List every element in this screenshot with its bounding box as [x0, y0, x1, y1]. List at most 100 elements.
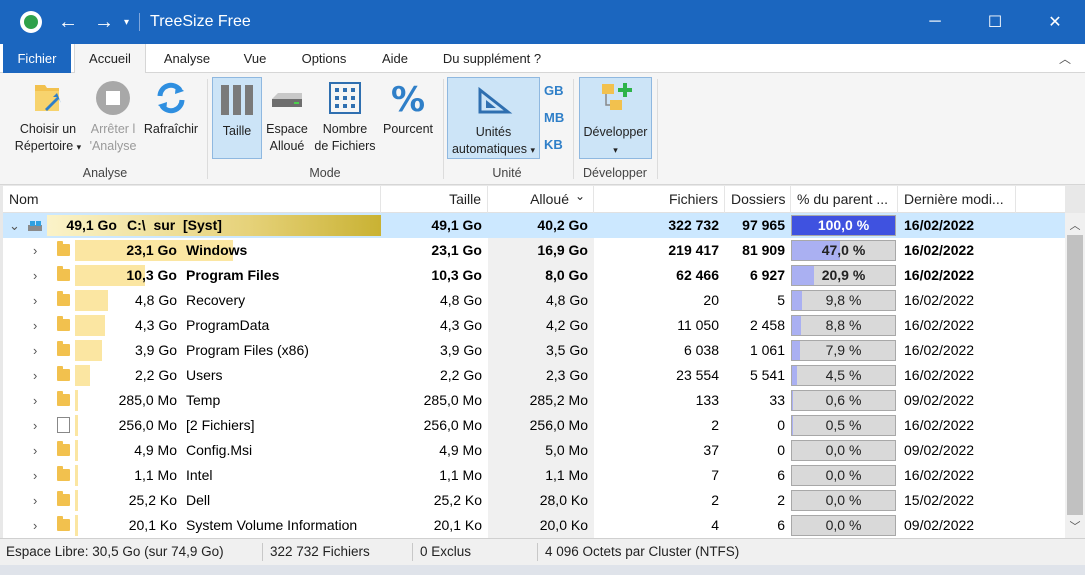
status-separator	[537, 543, 538, 561]
quick-access-dropdown-icon[interactable]: ▾	[124, 17, 129, 28]
expand-chevron-icon[interactable]: ›	[33, 488, 37, 513]
unit-kb-button[interactable]: KB	[544, 137, 563, 152]
refresh-button[interactable]: Rafraîchir	[140, 79, 202, 138]
tree-row[interactable]: › 20,1 Ko System Volume Information 20,1 Ko…	[3, 513, 1065, 538]
scroll-thumb[interactable]	[1067, 235, 1083, 515]
row-size: 25,2 Ko	[433, 492, 482, 508]
choose-directory-button[interactable]: Choisir un Répertoire ▾	[8, 79, 88, 156]
vertical-scrollbar[interactable]: ︿ ﹀	[1065, 213, 1085, 538]
row-files: 62 466	[676, 267, 719, 283]
percent-label: 0,0 %	[825, 442, 862, 458]
expand-chevron-icon[interactable]: ›	[33, 388, 37, 413]
percent-bar: 7,9 %	[791, 340, 896, 361]
tab-analyse[interactable]: Analyse	[153, 44, 221, 73]
column-allocated[interactable]: Alloué ⌄	[488, 186, 594, 213]
tree-row[interactable]: › 25,2 Ko Dell 25,2 Ko 28,0 Ko 2 2 0,0 % 15/02/2…	[3, 488, 1065, 513]
tree-row[interactable]: › 256,0 Mo [2 Fichiers] 256,0 Mo 256,0 Mo 2 0 0…	[3, 413, 1065, 438]
row-files: 6 038	[683, 342, 719, 358]
forward-arrow-icon[interactable]: →	[94, 12, 114, 32]
column-files[interactable]: Fichiers	[594, 186, 725, 213]
tree-row[interactable]: › 23,1 Go Windows 23,1 Go 16,9 Go 219 417 81 9…	[3, 238, 1065, 263]
expand-chevron-icon[interactable]: ›	[33, 338, 37, 363]
mode-file-count-button[interactable]: Nombre de Fichiers	[314, 79, 376, 155]
percent-bar: 0,0 %	[791, 490, 896, 511]
row-modified-date: 09/02/2022	[904, 442, 975, 458]
ribbon-separator	[657, 79, 658, 179]
mode-size-button[interactable]: Taille	[212, 77, 262, 159]
column-name[interactable]: Nom	[3, 186, 381, 213]
percent-label: 0,0 %	[825, 467, 862, 483]
expand-chevron-icon[interactable]: ›	[33, 438, 37, 463]
tab-du-supplement[interactable]: Du supplément ?	[432, 44, 552, 73]
unit-gb-button[interactable]: GB	[544, 83, 564, 98]
hard-drive-icon	[272, 93, 302, 107]
expand-chevron-icon[interactable]: ›	[33, 363, 37, 388]
maximize-button[interactable]: ☐	[965, 0, 1025, 44]
expand-chevron-icon[interactable]: ›	[33, 238, 37, 263]
column-folders[interactable]: Dossiers	[725, 186, 791, 213]
expand-chevron-icon[interactable]: ›	[33, 313, 37, 338]
column-percent-parent[interactable]: % du parent ...	[791, 186, 898, 213]
stop-analysis-button[interactable]: Arrêter l 'Analyse	[86, 79, 140, 155]
tab-aide[interactable]: Aide	[370, 44, 420, 73]
status-bar: Espace Libre: 30,5 Go (sur 74,9 Go) 322 …	[0, 538, 1085, 565]
tree-row[interactable]: › 4,9 Mo Config.Msi 4,9 Mo 5,0 Mo 37 0 0,0 % 09/…	[3, 438, 1065, 463]
expand-button[interactable]: Développer ▾	[579, 77, 652, 159]
status-file-count: 322 732 Fichiers	[270, 544, 370, 559]
tab-options[interactable]: Options	[292, 44, 356, 73]
auto-units-button[interactable]: Unités automatiques ▾	[447, 77, 540, 159]
tree-row[interactable]: › 2,2 Go Users 2,2 Go 2,3 Go 23 554 5 541 4,5 %…	[3, 363, 1065, 388]
tree-row-root[interactable]: ⌄ 49,1 Go C:\ sur [Syst] 49,1 Go 40,2 Go 322 …	[3, 213, 1065, 238]
tab-fichier[interactable]: Fichier	[3, 44, 71, 73]
ribbon: Choisir un Répertoire ▾ Arrêter l 'Analy…	[0, 73, 1085, 185]
expand-chevron-icon[interactable]: ›	[33, 263, 37, 288]
tree-row[interactable]: › 4,3 Go ProgramData 4,3 Go 4,2 Go 11 050 2 45…	[3, 313, 1065, 338]
file-grid-icon	[329, 82, 361, 114]
mode-allocated-button[interactable]: Espace Alloué	[262, 79, 312, 155]
mode-percent-button[interactable]: % Pourcent	[378, 79, 438, 138]
row-size: 256,0 Mo	[423, 417, 482, 433]
scroll-down-icon[interactable]: ﹀	[1065, 518, 1085, 534]
row-size: 10,3 Go	[431, 267, 482, 283]
collapse-chevron-icon[interactable]: ⌄	[9, 213, 20, 238]
row-allocated: 16,9 Go	[537, 242, 588, 258]
tab-accueil[interactable]: Accueil	[74, 44, 146, 74]
row-size-indicator: 4,9 Mo	[134, 442, 177, 458]
minimize-button[interactable]: ─	[905, 0, 965, 44]
row-allocated: 28,0 Ko	[539, 492, 588, 508]
expand-chevron-icon[interactable]: ›	[33, 288, 37, 313]
percent-bar: 47,0 %	[791, 240, 896, 261]
row-allocated: 285,2 Mo	[529, 392, 588, 408]
expand-chevron-icon[interactable]: ›	[33, 513, 37, 538]
tree-row[interactable]: › 4,8 Go Recovery 4,8 Go 4,8 Go 20 5 9,8 % 16/02…	[3, 288, 1065, 313]
tree-row[interactable]: › 285,0 Mo Temp 285,0 Mo 285,2 Mo 133 33 0,6 % 0…	[3, 388, 1065, 413]
row-allocated: 20,0 Ko	[539, 517, 588, 533]
ribbon-collapse-icon[interactable]: ︿	[1059, 50, 1071, 67]
column-last-modified[interactable]: Dernière modi...	[898, 186, 1016, 213]
scroll-up-icon[interactable]: ︿	[1065, 217, 1085, 233]
tree-row[interactable]: › 10,3 Go Program Files 10,3 Go 8,0 Go 62 466…	[3, 263, 1065, 288]
chevron-down-icon: ▾	[530, 145, 536, 155]
unit-mb-button[interactable]: MB	[544, 110, 564, 125]
back-arrow-icon[interactable]: ←	[58, 12, 78, 32]
percent-bar: 0,0 %	[791, 440, 896, 461]
taskbar-strip	[0, 565, 1085, 575]
expand-chevron-icon[interactable]: ›	[33, 463, 37, 488]
column-size[interactable]: Taille	[381, 186, 488, 213]
tab-vue[interactable]: Vue	[230, 44, 280, 73]
close-button[interactable]: ✕	[1025, 0, 1085, 44]
folder-icon	[57, 466, 70, 481]
status-separator	[262, 543, 263, 561]
row-size-indicator: 2,2 Go	[134, 367, 177, 383]
row-modified-date: 16/02/2022	[904, 417, 975, 433]
tree-row[interactable]: › 1,1 Mo Intel 1,1 Mo 1,1 Mo 7 6 0,0 % 16/02/202…	[3, 463, 1065, 488]
percent-label: 8,8 %	[825, 317, 862, 333]
percent-bar: 0,0 %	[791, 515, 896, 536]
expand-chevron-icon[interactable]: ›	[33, 413, 37, 438]
title-bar: ← → ▾ TreeSize Free ─ ☐ ✕	[0, 0, 1085, 44]
tree-row[interactable]: › 3,9 Go Program Files (x86) 3,9 Go 3,5 Go 6 …	[3, 338, 1065, 363]
row-size: 20,1 Ko	[433, 517, 482, 533]
row-size-indicator: 4,3 Go	[134, 317, 177, 333]
folder-icon	[57, 391, 70, 406]
row-allocated: 5,0 Mo	[545, 442, 588, 458]
